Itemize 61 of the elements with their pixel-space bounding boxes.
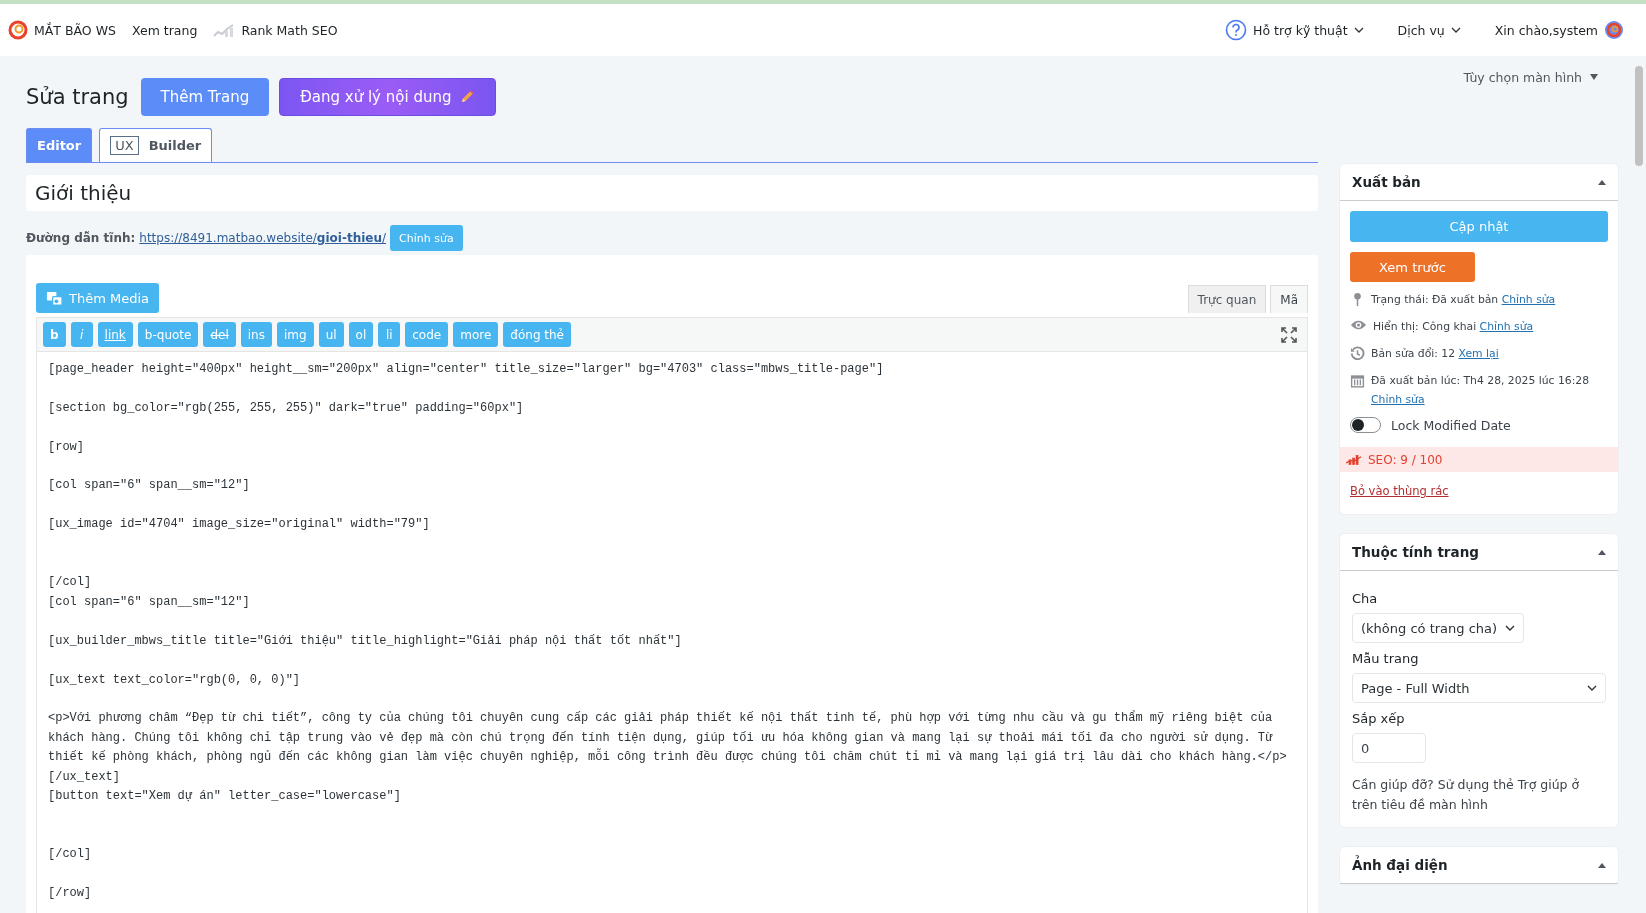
bar-chart-icon bbox=[213, 23, 236, 37]
lock-toggle[interactable] bbox=[1350, 417, 1381, 433]
admin-bar-link[interactable]: Rank Math SEO bbox=[213, 22, 338, 38]
chevron-down-icon bbox=[1353, 27, 1364, 33]
page-heading: Sửa trang bbox=[26, 85, 129, 109]
editor-tab[interactable]: UX Builder bbox=[99, 128, 213, 162]
chevron-down-icon bbox=[1587, 685, 1597, 691]
eye-icon bbox=[1350, 319, 1367, 331]
ux-badge: UX bbox=[110, 136, 139, 155]
meta-edit-link[interactable]: Xem lại bbox=[1458, 347, 1499, 360]
ai-process-button[interactable]: Đang xử lý nội dung bbox=[279, 78, 497, 116]
meta-edit-link[interactable]: Chỉnh sửa bbox=[1479, 320, 1534, 333]
publish-meta-text: Đã xuất bản lúc: Th4 28, 2025 lúc 16:28 Chỉnh sửa bbox=[1371, 373, 1591, 408]
lock-label: Lock Modified Date bbox=[1391, 417, 1511, 433]
field-label: Sắp xếp bbox=[1352, 711, 1406, 726]
admin-bar-menu[interactable]: Dịch vụ bbox=[1397, 22, 1461, 38]
chevron-down-icon bbox=[1450, 27, 1461, 33]
help-text: Cần giúp đỡ? Sử dụng thẻ Trợ giúp ở trên tiêu đề màn hình bbox=[1352, 776, 1581, 814]
admin-bar-link[interactable]: MẮT BÃO WS bbox=[8, 20, 116, 40]
seo-score: SEO: 9 / 100 bbox=[1368, 452, 1443, 467]
admin-bar-link[interactable]: Xem trang bbox=[131, 22, 198, 38]
fullscreen-icon[interactable] bbox=[1281, 326, 1297, 343]
permalink-label: Đường dẫn tĩnh: bbox=[26, 231, 136, 245]
calendar-icon bbox=[1350, 373, 1365, 388]
permalink-link[interactable]: https://8491.matbao.website/gioi-thieu/ bbox=[139, 231, 387, 245]
editor-mode-tab[interactable]: Trực quan bbox=[1187, 285, 1267, 313]
avatar-icon bbox=[1604, 20, 1624, 40]
help-icon bbox=[1225, 19, 1247, 41]
publish-meta-text: Bản sửa đổi: 12 Xem lại bbox=[1371, 346, 1500, 362]
collapse-icon[interactable] bbox=[1598, 549, 1606, 555]
meta-edit-link[interactable]: Chỉnh sửa bbox=[1501, 293, 1556, 306]
add-page-button[interactable]: Thêm Trang bbox=[140, 78, 270, 116]
history-icon bbox=[1350, 346, 1365, 361]
pencil-icon bbox=[459, 89, 476, 105]
code-editor[interactable]: [page_header height="400px" height__sm="200px" align="center" title_size="larger" bg="4703" class="mbws_title-page"] [section bg_color="rgb(255, 255, 255)" dark="true" padding="60px"] [row] [col span="6" span__sm="12"] [ux_image id="4704" image_size="original" width="79"] [/col] [col span="6" span__sm="12"] [ux_builder_mbws_title title="Giới thiệu" title_highlight="Giải pháp nội thất tốt nhất"] [ux_text text_color="rgb(0, 0, 0)"] <p>Với phương châm “Đẹp từ chi tiết”, công ty của chúng tôi chuyên cung cấp các giải pháp thiết kế nội thất tinh tế, phù hợp với từng nhu cầu và gu thẩm mỹ riêng biệt của khách hàng. Chúng tôi không chỉ tập trung vào vẻ đẹp mà còn chú trọng đến tính tiện dụng, giúp tối ưu hóa không gian và mang lại sự thoải mái tối đa cho người sử dụng. Từ thiết kế phòng khách, phòng ngủ đến các không gian làm việc chuyên nghiệp, mỗi công trình đều được chúng tôi chăm chút tỉ mỉ và mang lại giá trị lâu dài cho khách hàng.</p> [/ux_text] [button text="Xem dự án" letter_case="lowercase"] [/col] [/row] bbox=[36, 352, 1308, 913]
trash-link[interactable]: Bỏ vào thùng rác bbox=[1350, 484, 1449, 498]
field-label: Cha bbox=[1352, 591, 1379, 606]
panel-title: Thuộc tính trang bbox=[1352, 544, 1479, 560]
collapse-icon[interactable] bbox=[1598, 862, 1606, 868]
panel-title: Ảnh đại diện bbox=[1352, 857, 1448, 873]
meta-edit-link[interactable]: Chỉnh sửa bbox=[1371, 393, 1425, 406]
triangle-down-icon bbox=[1590, 74, 1598, 80]
seo-chart-icon bbox=[1346, 454, 1362, 465]
logo-icon bbox=[8, 20, 28, 40]
media-icon bbox=[46, 289, 63, 307]
screen-options-toggle[interactable]: Tùy chọn màn hình bbox=[1463, 68, 1598, 86]
editor-mode-tab[interactable]: Mã bbox=[1270, 285, 1308, 313]
chevron-down-icon bbox=[1505, 625, 1516, 631]
publish-meta-text: Hiển thị: Công khai Chỉnh sửa bbox=[1373, 319, 1535, 335]
admin-bar-menu[interactable]: Xin chào,system bbox=[1494, 20, 1624, 40]
parent-select[interactable]: (không có trang cha) bbox=[1352, 613, 1525, 643]
title-field[interactable]: Giới thiệu bbox=[26, 175, 1318, 211]
editor-tab[interactable]: Editor bbox=[26, 128, 93, 162]
preview-button[interactable]: Xem trước bbox=[1350, 252, 1475, 282]
collapse-icon[interactable] bbox=[1598, 179, 1606, 185]
order-input[interactable]: 0 bbox=[1352, 733, 1426, 763]
publish-meta-text: Trạng thái: Đã xuất bản Chỉnh sửa bbox=[1371, 292, 1557, 308]
field-label: Mẫu trang bbox=[1352, 651, 1420, 666]
admin-bar-menu[interactable]: Hỗ trợ kỹ thuật bbox=[1225, 19, 1364, 41]
template-select[interactable]: Page - Full Width bbox=[1352, 673, 1606, 703]
panel-title: Xuất bản bbox=[1352, 174, 1421, 190]
